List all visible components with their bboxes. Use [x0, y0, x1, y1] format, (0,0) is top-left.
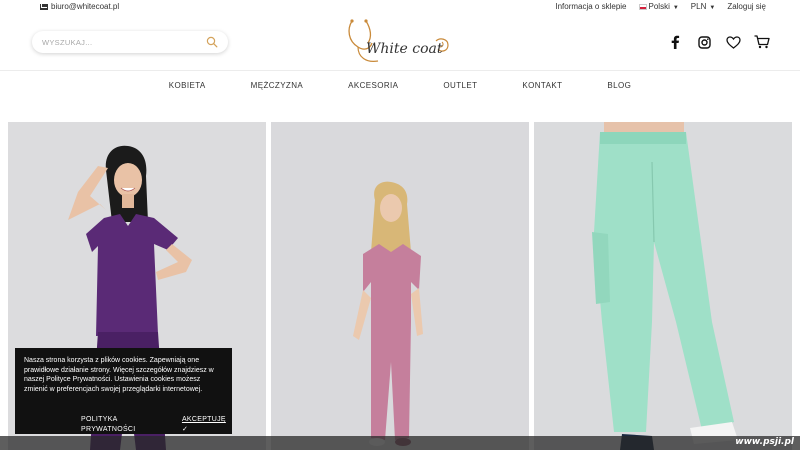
- check-icon: ✓: [181, 425, 189, 433]
- header-icons: [667, 34, 770, 50]
- accept-label: AKCEPTUJĘ: [181, 416, 226, 423]
- product-photo: [271, 122, 529, 450]
- cart-icon[interactable]: [754, 34, 770, 50]
- search-icon[interactable]: [206, 36, 218, 48]
- top-bar: biuro@whitecoat.pl Informacja o sklepie …: [0, 0, 800, 14]
- email-text[interactable]: biuro@whitecoat.pl: [51, 2, 119, 11]
- polish-flag-icon: [638, 3, 647, 10]
- search-input[interactable]: [42, 37, 206, 47]
- contact-email[interactable]: biuro@whitecoat.pl: [40, 2, 119, 11]
- cookie-text: Nasza strona korzysta z plików cookies. …: [24, 357, 214, 393]
- instagram-icon[interactable]: [696, 34, 712, 50]
- store-info-link[interactable]: Informacja o sklepie: [555, 2, 626, 11]
- privacy-policy-link[interactable]: POLITYKA PRYWATNOŚCI: [81, 415, 170, 434]
- product-card-pink-scrubs[interactable]: [271, 122, 529, 450]
- cookie-banner: Nasza strona korzysta z plików cookies. …: [15, 348, 232, 434]
- header-divider: [0, 70, 800, 71]
- facebook-icon[interactable]: [667, 34, 683, 50]
- language-selector[interactable]: Polski ▼: [638, 2, 679, 11]
- main-nav: KOBIETA MĘŻCZYZNA AKCESORIA OUTLET KONTA…: [0, 81, 800, 90]
- cookie-actions: POLITYKA PRYWATNOŚCI AKCEPTUJĘ ✓: [81, 415, 232, 434]
- language-label: Polski: [648, 2, 670, 11]
- top-bar-links: Informacja o sklepie Polski ▼ PLN ▼ Zalogu…: [555, 2, 766, 11]
- currency-selector[interactable]: PLN ▼: [691, 2, 716, 11]
- search-box: [32, 31, 228, 53]
- currency-label: PLN: [690, 2, 707, 11]
- watermark-bar: www.psji.pl: [0, 436, 800, 450]
- nav-item-blog[interactable]: BLOG: [607, 81, 631, 90]
- accept-cookies-button[interactable]: AKCEPTUJĘ ✓: [182, 415, 232, 434]
- nav-item-kobieta[interactable]: KOBIETA: [169, 81, 206, 90]
- caret-down-icon: ▼: [672, 5, 679, 11]
- login-link[interactable]: Zaloguj się: [727, 2, 766, 11]
- envelope-icon: [40, 3, 48, 10]
- site-logo[interactable]: White coat: [344, 17, 456, 67]
- nav-item-akcesoria[interactable]: AKCESORIA: [348, 81, 398, 90]
- watermark-text: www.psji.pl: [735, 437, 794, 447]
- nav-item-outlet[interactable]: OUTLET: [443, 81, 477, 90]
- nav-item-mezczyzna[interactable]: MĘŻCZYZNA: [251, 81, 304, 90]
- caret-down-icon: ▼: [709, 5, 716, 11]
- nav-item-kontakt[interactable]: KONTAKT: [522, 81, 562, 90]
- product-photo: [534, 122, 792, 450]
- product-card-mint-pants[interactable]: [534, 122, 792, 450]
- heart-icon[interactable]: [725, 34, 741, 50]
- logo-text: White coat: [366, 41, 443, 57]
